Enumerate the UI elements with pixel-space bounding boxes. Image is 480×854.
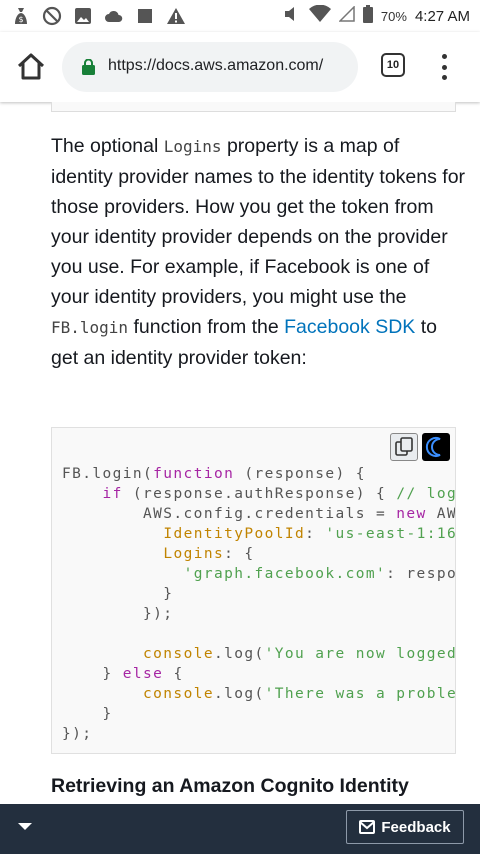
blocked-icon [41,6,63,26]
copy-icon [395,437,413,456]
code-line: if (response.authResponse) { // logged i… [102,486,456,502]
moon-icon [425,437,441,457]
tab-switcher-button[interactable]: 10 [381,53,405,77]
wifi-icon [308,4,331,28]
inline-code-fb-login: FB.login [51,318,129,337]
code-line: console.log('There was a problem logging… [143,686,455,702]
dark-mode-toggle[interactable] [422,433,450,461]
code-line: FB.login(function (response) { [62,466,366,482]
mail-icon [359,820,376,834]
page-content: The optional Logins property is a map of… [0,102,480,804]
warning-icon [165,6,187,26]
signal-icon [338,4,355,27]
battery-icon [362,4,373,28]
home-icon[interactable] [14,52,48,82]
code-line: } else { [62,666,184,682]
notification-icons: $ [0,6,187,26]
code-line: }); [62,606,174,622]
inline-code-logins: Logins [163,137,222,156]
system-indicators: 70% 4:27 AM [283,0,470,32]
image-icon [72,6,94,26]
code-line: AWS.config.credentials = new AWS.Cognito… [62,506,456,522]
more-options-icon[interactable] [437,50,451,84]
facebook-sdk-link[interactable]: Facebook SDK [284,316,415,338]
square-icon [134,6,156,26]
code-line: console.log('You are now logged in.'); [143,646,456,662]
feedback-label: Feedback [381,818,451,836]
status-bar: $ 70% 4:27 AM [0,0,480,32]
code-line: } [62,706,113,722]
text-span: The optional [51,135,164,157]
cloud-icon [103,6,125,26]
code-line: IdentityPoolId: 'us-east-1:1699ebc0-7900… [163,526,455,542]
lock-icon [82,58,95,75]
browser-toolbar: https://docs.aws.amazon.com/ 10 [0,32,480,102]
code-line: } [62,586,174,602]
battery-percent: 70% [380,8,407,24]
section-heading: Retrieving an Amazon Cognito Identity [51,775,409,797]
url-text[interactable]: https://docs.aws.amazon.com/ [108,57,323,75]
code-line: }); [62,726,93,742]
svg-text:$: $ [18,15,23,24]
copy-button[interactable] [390,433,418,461]
code-line: 'graph.facebook.com': response.authRespo… [183,566,455,582]
mute-icon [283,5,301,28]
collapse-arrow-icon[interactable] [18,823,32,830]
address-bar[interactable]: https://docs.aws.amazon.com/ [62,42,358,92]
previous-code-block [51,102,456,112]
clock: 4:27 AM [414,7,470,25]
feedback-button[interactable]: Feedback [346,810,464,844]
text-span: function from the [128,316,285,338]
code-block: FB.login(function (response) { if (respo… [51,427,456,754]
docs-footer-bar: Feedback [0,804,480,854]
text-span: property is a map of identity provider n… [51,135,466,308]
code-line: Logins: { [163,546,255,562]
code-content: FB.login(function (response) { if (respo… [62,464,456,744]
money-bag-icon: $ [10,6,32,26]
description-paragraph: The optional Logins property is a map of… [51,131,466,373]
